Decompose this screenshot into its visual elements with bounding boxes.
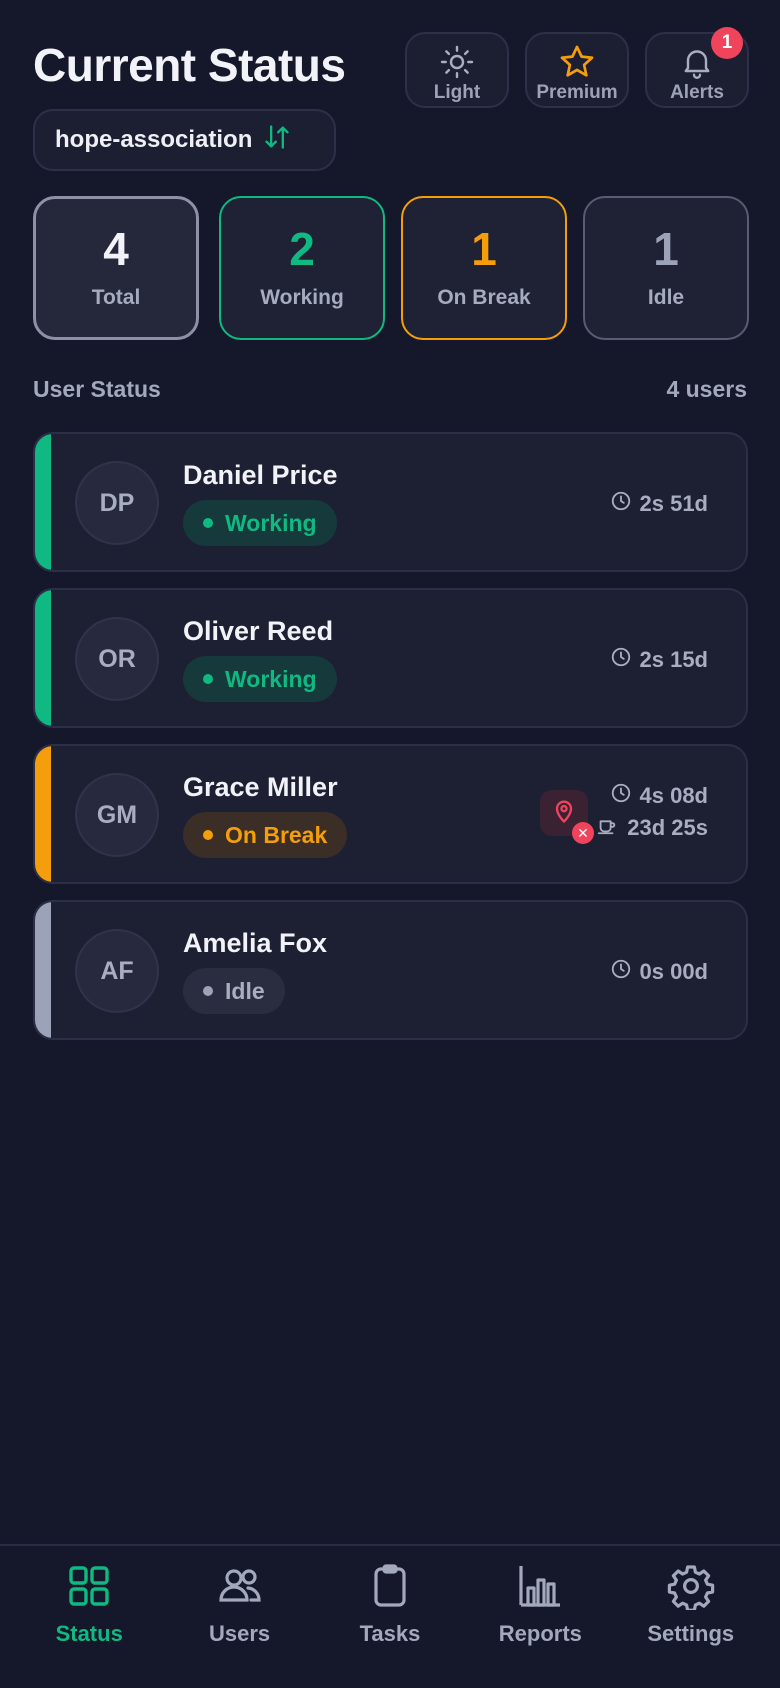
stat-on-break[interactable]: 1 On Break xyxy=(401,196,567,340)
swap-arrows-icon xyxy=(262,123,292,158)
clock-icon xyxy=(610,958,632,986)
status-indicator-bar xyxy=(35,902,51,1038)
status-dot xyxy=(203,674,213,684)
elapsed-time: 0s 00d xyxy=(610,958,709,986)
avatar: OR xyxy=(75,617,159,701)
stat-idle[interactable]: 1 Idle xyxy=(583,196,749,340)
users-icon xyxy=(215,1562,265,1615)
gear-icon xyxy=(667,1562,715,1615)
avatar: DP xyxy=(75,461,159,545)
user-card[interactable]: DP Daniel Price Working 2s 51d xyxy=(33,432,748,572)
organization-name: hope-association xyxy=(55,126,253,153)
status-indicator-bar xyxy=(35,746,51,882)
break-time: 23d 25s xyxy=(595,814,708,842)
user-name: Amelia Fox xyxy=(183,928,328,958)
bar-chart-icon xyxy=(516,1562,564,1615)
break-time-value: 23d 25s xyxy=(627,815,708,840)
clock-icon xyxy=(610,782,632,810)
sun-icon xyxy=(439,42,475,82)
stat-total[interactable]: 4 Total xyxy=(33,196,199,340)
grid-icon xyxy=(65,1562,113,1615)
tab-label: Tasks xyxy=(359,1621,421,1646)
user-name: Oliver Reed xyxy=(183,616,334,646)
stat-idle-value: 1 xyxy=(653,223,679,275)
tab-settings[interactable]: Settings xyxy=(621,1546,761,1688)
status-label: On Break xyxy=(225,821,328,848)
light-label: Light xyxy=(433,82,481,103)
status-badge: Working xyxy=(183,656,337,702)
clock-icon xyxy=(610,490,632,518)
location-off-indicator[interactable]: ✕ xyxy=(540,790,594,844)
elapsed-time-value: 0s 00d xyxy=(639,959,709,984)
elapsed-time: 4s 08d xyxy=(610,782,709,810)
tab-label: Settings xyxy=(647,1621,735,1646)
premium-label: Premium xyxy=(536,82,618,103)
status-dot xyxy=(203,518,213,528)
stat-idle-label: Idle xyxy=(647,286,685,309)
alerts-label: Alerts xyxy=(670,82,724,103)
alerts-badge: 1 xyxy=(711,27,743,59)
tab-label: Users xyxy=(209,1621,271,1646)
elapsed-time-value: 2s 15d xyxy=(639,647,709,672)
status-badge: Idle xyxy=(183,968,285,1014)
tab-reports[interactable]: Reports xyxy=(470,1546,610,1688)
stat-total-value: 4 xyxy=(103,223,129,275)
tab-tasks[interactable]: Tasks xyxy=(320,1546,460,1688)
clock-icon xyxy=(610,646,632,674)
stat-on-break-value: 1 xyxy=(471,223,497,275)
premium-button[interactable]: Premium xyxy=(525,32,629,108)
elapsed-time: 2s 15d xyxy=(610,646,709,674)
avatar: GM xyxy=(75,773,159,857)
alerts-button[interactable]: Alerts 1 xyxy=(645,27,749,108)
status-indicator-bar xyxy=(35,434,51,570)
stat-total-label: Total xyxy=(91,286,141,309)
stat-working-value: 2 xyxy=(289,223,315,275)
user-card[interactable]: OR Oliver Reed Working 2s 15d xyxy=(33,588,748,728)
user-count: 4 users xyxy=(666,376,747,402)
avatar: AF xyxy=(75,929,159,1013)
status-label: Working xyxy=(225,509,317,536)
tab-users[interactable]: Users xyxy=(170,1546,310,1688)
stat-on-break-label: On Break xyxy=(437,286,531,309)
status-dot xyxy=(203,830,213,840)
tab-label: Reports xyxy=(498,1621,582,1646)
tab-status[interactable]: Status xyxy=(19,1546,159,1688)
section-title: User Status xyxy=(33,376,161,402)
elapsed-time: 2s 51d xyxy=(610,490,709,518)
status-badge: Working xyxy=(183,500,337,546)
user-card[interactable]: AF Amelia Fox Idle 0s 00d xyxy=(33,900,748,1040)
star-icon xyxy=(558,42,596,82)
elapsed-time-value: 2s 51d xyxy=(639,491,709,516)
elapsed-time-value: 4s 08d xyxy=(639,783,709,808)
status-dot xyxy=(203,986,213,996)
tab-label: Status xyxy=(55,1621,123,1646)
light-theme-button[interactable]: Light xyxy=(405,32,509,108)
status-label: Working xyxy=(225,665,317,692)
coffee-cup-icon xyxy=(595,814,619,842)
status-label: Idle xyxy=(225,977,265,1004)
user-name: Grace Miller xyxy=(183,772,338,802)
status-badge: On Break xyxy=(183,812,348,858)
stat-working-label: Working xyxy=(260,286,344,309)
stat-working[interactable]: 2 Working xyxy=(219,196,385,340)
organization-switcher[interactable]: hope-association xyxy=(33,109,336,171)
user-name: Daniel Price xyxy=(183,460,338,490)
user-card[interactable]: GM Grace Miller On Break ✕ 4s 08d 23d 25… xyxy=(33,744,748,884)
status-indicator-bar xyxy=(35,590,51,726)
page-title: Current Status xyxy=(33,39,346,91)
bell-icon xyxy=(679,42,715,82)
bottom-tab-bar: Status Users Tasks Reports Settings xyxy=(0,1544,780,1688)
close-icon: ✕ xyxy=(572,822,594,844)
clipboard-icon xyxy=(366,1562,414,1615)
